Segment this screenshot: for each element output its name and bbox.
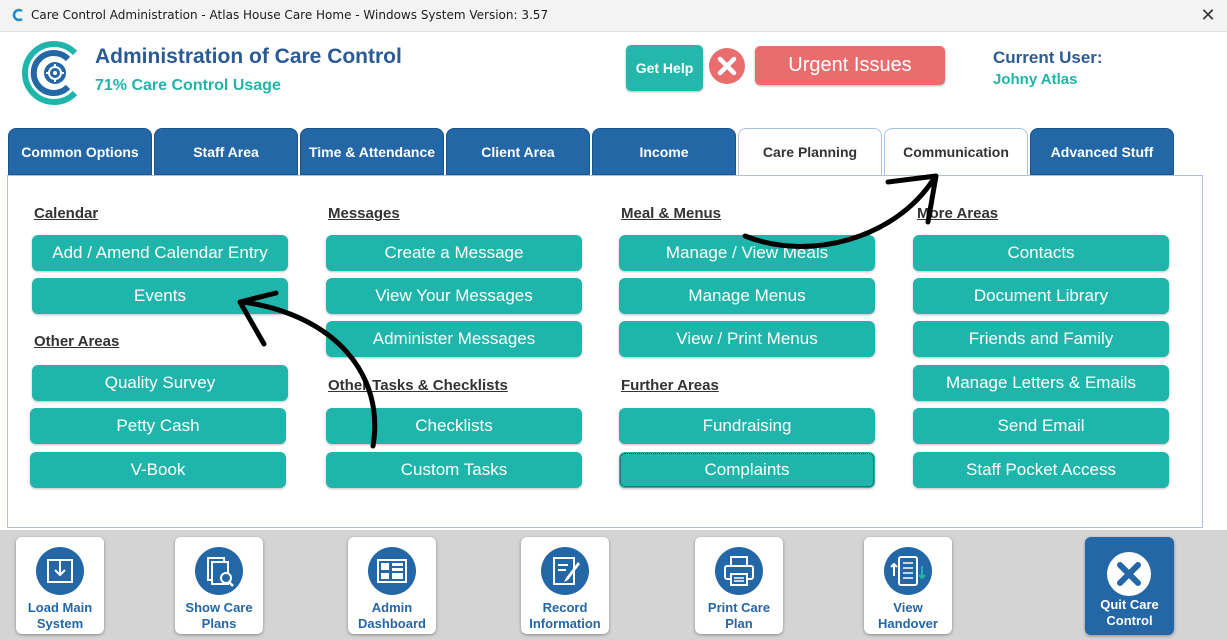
checklists-button[interactable]: Checklists: [326, 408, 582, 444]
manage-letters-emails-button[interactable]: Manage Letters & Emails: [913, 365, 1169, 401]
load-main-system-label: Load Main System: [27, 600, 93, 631]
window-title: Care Control Administration - Atlas Hous…: [31, 8, 549, 22]
window-title-bar: Care Control Administration - Atlas Hous…: [0, 0, 1227, 32]
tab-income[interactable]: Income: [592, 128, 736, 175]
tab-staff-area[interactable]: Staff Area: [154, 128, 298, 175]
add-amend-calendar-entry-button[interactable]: Add / Amend Calendar Entry: [32, 235, 288, 271]
print-care-plan-label: Print Care Plan: [707, 600, 771, 631]
staff-pocket-access-button[interactable]: Staff Pocket Access: [913, 452, 1169, 488]
petty-cash-button[interactable]: Petty Cash: [30, 408, 286, 444]
admin-dashboard-label: Admin Dashboard: [358, 600, 426, 631]
quality-survey-button[interactable]: Quality Survey: [32, 365, 288, 401]
send-email-button[interactable]: Send Email: [913, 408, 1169, 444]
quit-care-control-button[interactable]: Quit Care Control: [1085, 537, 1174, 635]
section-messages: Messages: [328, 205, 400, 222]
header: Administration of Care Control 71% Care …: [0, 32, 1227, 124]
admin-dashboard-button[interactable]: Admin Dashboard: [348, 537, 436, 634]
create-message-button[interactable]: Create a Message: [326, 235, 582, 271]
communication-panel: Calendar Add / Amend Calendar Entry Even…: [7, 175, 1203, 528]
view-handover-button[interactable]: View Handover: [864, 537, 952, 634]
show-care-plans-button[interactable]: Show Care Plans: [175, 537, 263, 634]
quit-icon: [1107, 552, 1151, 596]
care-plans-icon: [195, 547, 243, 595]
section-meal-menus: Meal & Menus: [621, 205, 722, 222]
app-logo-icon: [12, 8, 23, 22]
get-help-button[interactable]: Get Help: [626, 45, 703, 91]
care-control-logo: [22, 41, 78, 105]
tab-common-options[interactable]: Common Options: [8, 128, 152, 175]
complaints-button[interactable]: Complaints: [619, 452, 875, 488]
record-icon: [541, 547, 589, 595]
print-care-plan-button[interactable]: Print Care Plan: [695, 537, 783, 634]
tab-client-area[interactable]: Client Area: [446, 128, 590, 175]
printer-icon: [715, 547, 763, 595]
page-title: Administration of Care Control: [95, 45, 402, 68]
window-close-button[interactable]: ✕: [1197, 3, 1219, 27]
handover-icon: [884, 547, 932, 595]
show-care-plans-label: Show Care Plans: [185, 600, 253, 631]
section-other-areas: Other Areas: [34, 333, 120, 350]
section-other-tasks: Other Tasks & Checklists: [328, 377, 508, 394]
friends-and-family-button[interactable]: Friends and Family: [913, 321, 1169, 357]
current-user-name: Johny Atlas: [993, 71, 1078, 88]
fundraising-button[interactable]: Fundraising: [619, 408, 875, 444]
record-information-label: Record Information: [529, 600, 601, 631]
manage-menus-button[interactable]: Manage Menus: [619, 278, 875, 314]
load-main-system-button[interactable]: Load Main System: [16, 537, 104, 634]
bottom-toolbar: Load Main System Show Care Plans Admin D…: [0, 530, 1227, 640]
usage-indicator: 71% Care Control Usage: [95, 77, 281, 94]
load-icon: [36, 547, 84, 595]
record-information-button[interactable]: Record Information: [521, 537, 609, 634]
section-more-areas: More Areas: [917, 205, 999, 222]
view-print-menus-button[interactable]: View / Print Menus: [619, 321, 875, 357]
manage-view-meals-button[interactable]: Manage / View Meals: [619, 235, 875, 271]
section-calendar: Calendar: [34, 205, 99, 222]
tab-advanced-stuff[interactable]: Advanced Stuff: [1030, 128, 1174, 175]
view-handover-label: View Handover: [878, 600, 938, 631]
v-book-button[interactable]: V-Book: [30, 452, 286, 488]
view-messages-button[interactable]: View Your Messages: [326, 278, 582, 314]
tab-care-planning[interactable]: Care Planning: [738, 128, 882, 177]
custom-tasks-button[interactable]: Custom Tasks: [326, 452, 582, 488]
administer-messages-button[interactable]: Administer Messages: [326, 321, 582, 357]
quit-care-control-label: Quit Care Control: [1100, 597, 1159, 628]
contacts-button[interactable]: Contacts: [913, 235, 1169, 271]
tab-communication[interactable]: Communication: [884, 128, 1028, 177]
urgent-issues-button[interactable]: Urgent Issues: [755, 46, 945, 85]
events-button[interactable]: Events: [32, 278, 288, 314]
dashboard-icon: [368, 547, 416, 595]
current-user-label: Current User:: [993, 48, 1103, 67]
tab-time-attendance[interactable]: Time & Attendance: [300, 128, 444, 175]
close-circle-icon[interactable]: [708, 47, 746, 85]
section-further-areas: Further Areas: [621, 377, 719, 394]
document-library-button[interactable]: Document Library: [913, 278, 1169, 314]
